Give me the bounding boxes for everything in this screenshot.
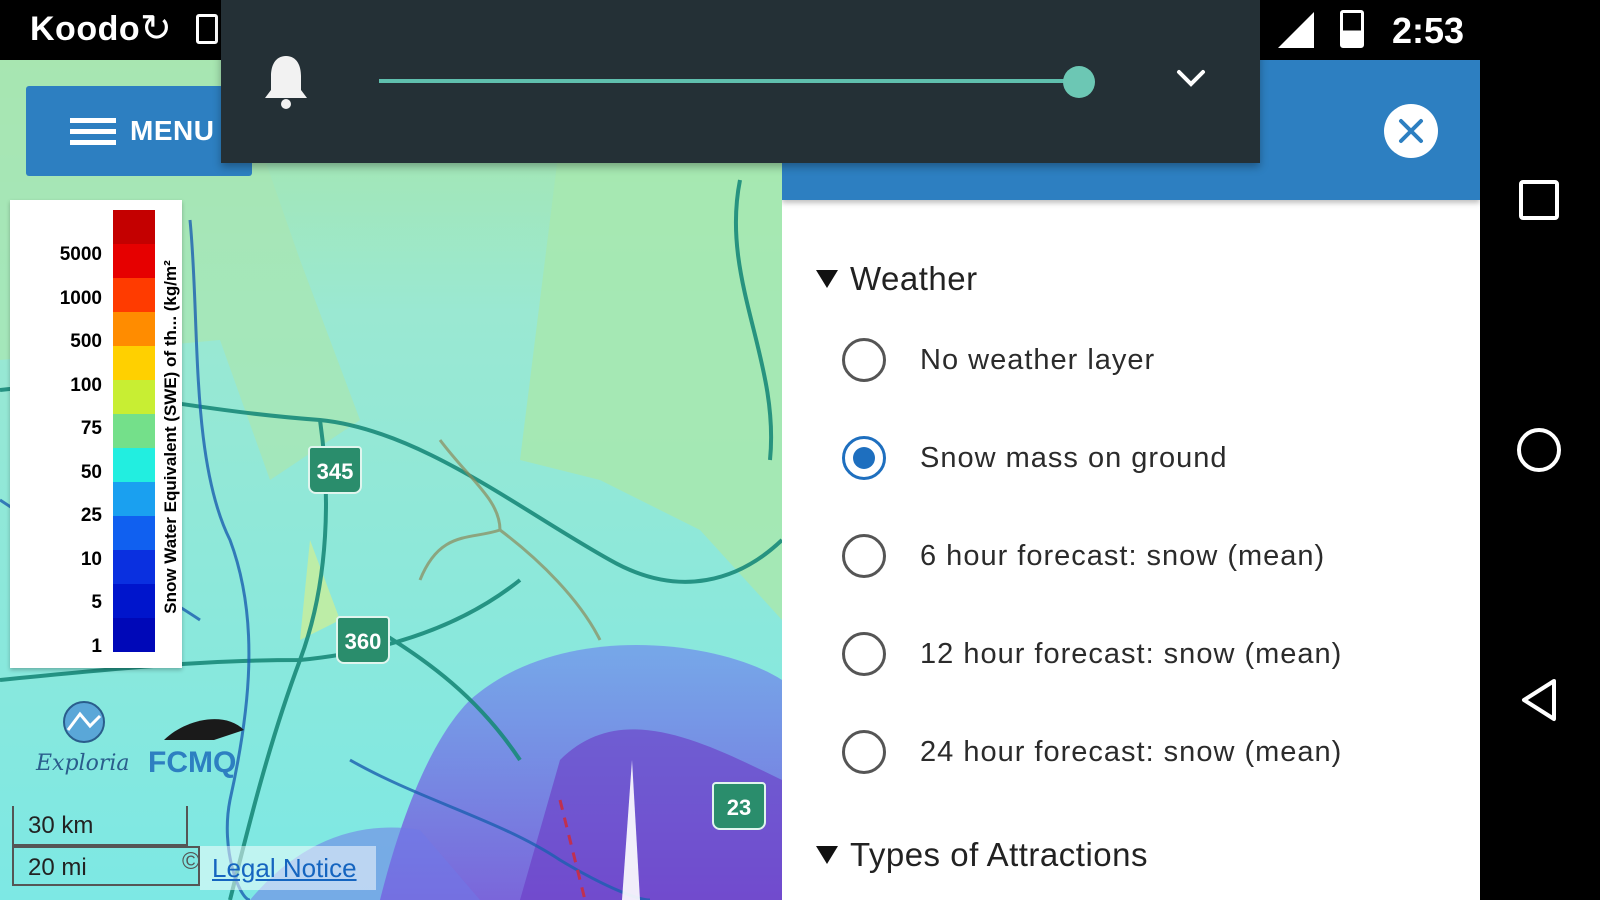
legend-color-swatch: [113, 414, 155, 448]
radio-option-12h-forecast[interactable]: 12 hour forecast: snow (mean): [842, 624, 1442, 684]
radio-label: 6 hour forecast: snow (mean): [920, 539, 1326, 572]
menu-button[interactable]: MENU: [26, 86, 252, 176]
legal-notice-link[interactable]: Legal Notice: [200, 846, 376, 890]
back-button[interactable]: [1504, 665, 1574, 735]
radio-option-snow-mass[interactable]: Snow mass on ground: [842, 428, 1442, 488]
volume-slider-track[interactable]: [379, 79, 1079, 83]
radio-button[interactable]: [842, 338, 886, 382]
section-weather[interactable]: Weather: [816, 260, 978, 298]
bell-icon: [265, 56, 307, 109]
section-title: Types of Attractions: [850, 836, 1148, 873]
close-button[interactable]: [1384, 104, 1438, 158]
legend-label: 50: [80, 462, 102, 483]
copyright-symbol: ©: [182, 848, 200, 875]
legend-color-swatch: [113, 210, 155, 244]
menu-label: MENU: [130, 115, 215, 146]
radio-label: Snow mass on ground: [920, 441, 1228, 474]
radio-button[interactable]: [842, 534, 886, 578]
legend-color-swatch: [113, 244, 155, 278]
legend-color-swatch: [113, 482, 155, 516]
scale-km: 30 km: [12, 806, 188, 846]
recents-icon: [1519, 180, 1559, 220]
partner-logos: Exploria FCMQ: [34, 700, 264, 790]
section-title: Weather: [850, 260, 978, 297]
map-view[interactable]: MENU 5000 1000 500 100 75 50 25 10 5 1 S…: [0, 60, 782, 900]
legend-title: Snow Water Equivalent (SWE) of th... (kg…: [161, 260, 180, 614]
carrier-name: Koodo: [30, 10, 141, 48]
legend-color-swatch: [113, 516, 155, 550]
radio-button[interactable]: [842, 632, 886, 676]
radio-button-selected[interactable]: [842, 436, 886, 480]
close-icon: [1399, 119, 1423, 143]
legend-color-swatch: [113, 278, 155, 312]
legend-color-swatch: [113, 448, 155, 482]
legend-color-swatch: [113, 312, 155, 346]
legend-color-swatch: [113, 618, 155, 652]
expand-triangle-icon: [816, 846, 838, 864]
home-button[interactable]: [1504, 415, 1574, 485]
legend-labels: 5000 1000 500 100 75 50 25 10 5 1: [10, 200, 102, 668]
hamburger-icon: [70, 112, 116, 151]
radio-button[interactable]: [842, 730, 886, 774]
section-types-of-attractions[interactable]: Types of Attractions: [816, 836, 1148, 874]
recents-button[interactable]: [1504, 165, 1574, 235]
status-time: 2:53: [1392, 10, 1465, 51]
sync-icon: ↻: [140, 8, 172, 50]
scale-mi: 20 mi: [12, 846, 200, 886]
legend-label: 500: [70, 331, 102, 352]
legend-color-swatch: [113, 346, 155, 380]
back-icon: [1522, 679, 1556, 721]
navigation-bar: [1480, 0, 1600, 900]
volume-notification: [221, 0, 1260, 163]
route-shield: 345: [308, 446, 362, 494]
volume-slider-thumb[interactable]: [1063, 66, 1095, 98]
legend-color-ramp: [113, 210, 155, 652]
legend-label: 10: [80, 549, 102, 570]
sim-icon: [196, 14, 218, 44]
layers-panel: Weather No weather layer Snow mass on gr…: [782, 60, 1480, 900]
legend-label: 5: [91, 592, 102, 613]
exploria-logo: Exploria FCMQ: [35, 701, 244, 779]
legend-color-swatch: [113, 584, 155, 618]
radio-option-no-weather[interactable]: No weather layer: [842, 330, 1442, 390]
exploria-text: Exploria: [35, 751, 130, 776]
legend-label: 1: [91, 636, 102, 657]
radio-label: 24 hour forecast: snow (mean): [920, 735, 1343, 768]
map-legend: 5000 1000 500 100 75 50 25 10 5 1 Snow W…: [10, 200, 182, 668]
legend-label: 5000: [59, 244, 102, 265]
radio-option-24h-forecast[interactable]: 24 hour forecast: snow (mean): [842, 722, 1442, 782]
legend-color-swatch: [113, 380, 155, 414]
expand-triangle-icon: [816, 270, 838, 288]
legend-label: 25: [80, 505, 102, 526]
radio-label: No weather layer: [920, 343, 1156, 376]
fcmq-text: FCMQ: [148, 746, 236, 779]
legend-label: 1000: [59, 288, 102, 309]
legend-label: 100: [70, 375, 102, 396]
signal-icon: [1278, 12, 1314, 48]
map-scale: 30 km 20 mi: [12, 806, 200, 886]
battery-icon: [1340, 10, 1364, 48]
legend-color-swatch: [113, 550, 155, 584]
radio-label: 12 hour forecast: snow (mean): [920, 637, 1343, 670]
chevron-down-icon[interactable]: [1171, 58, 1211, 98]
route-shield: 360: [336, 616, 390, 664]
route-shield: 23: [712, 782, 766, 830]
radio-option-6h-forecast[interactable]: 6 hour forecast: snow (mean): [842, 526, 1442, 586]
home-icon: [1517, 428, 1561, 472]
legend-label: 75: [80, 418, 102, 439]
